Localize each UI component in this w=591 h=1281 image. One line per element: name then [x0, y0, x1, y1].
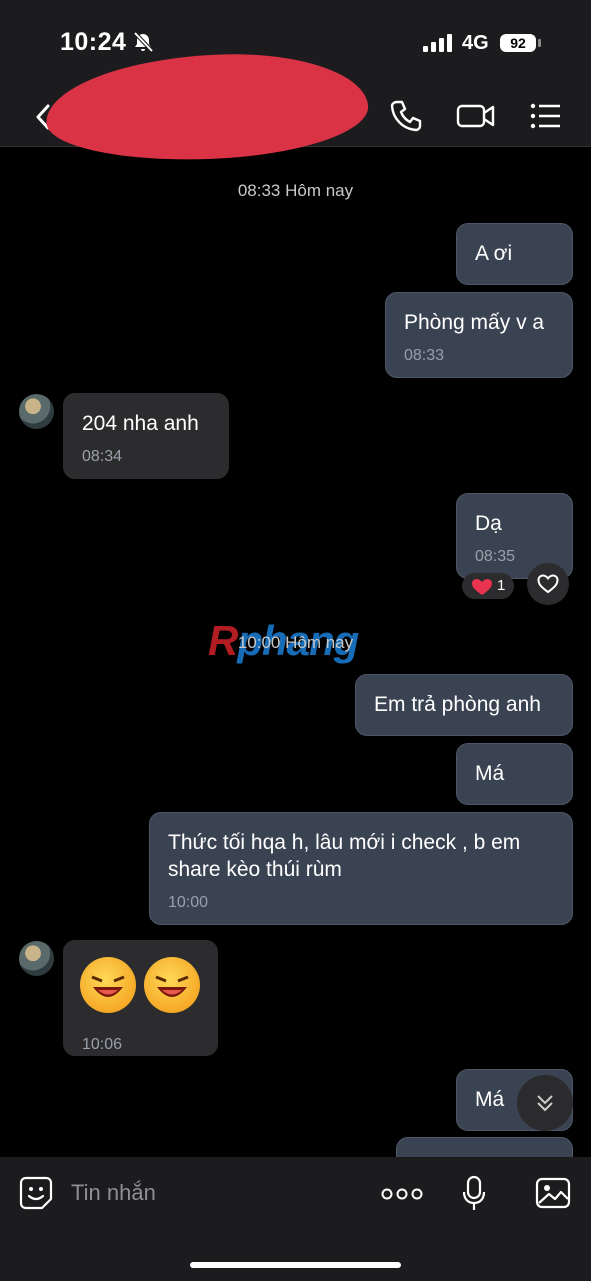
- video-call-icon[interactable]: [456, 98, 496, 134]
- message-bubble-outgoing[interactable]: Má: [456, 743, 573, 805]
- heart-reaction-icon: [472, 579, 492, 595]
- react-button[interactable]: [527, 563, 569, 605]
- heart-outline-icon: [537, 574, 559, 594]
- reaction-badge[interactable]: 1: [462, 573, 514, 599]
- clock: 10:24: [60, 28, 127, 56]
- message-bubble-incoming[interactable]: 204 nha anh 08:34: [63, 393, 229, 479]
- message-text: Phòng mấy v a: [404, 311, 545, 334]
- message-list[interactable]: 08:33 Hôm nay A ơi Phòng mấy v a 08:33 2…: [0, 147, 591, 1157]
- emoji-row: [80, 957, 200, 1019]
- message-bubble-outgoing[interactable]: Thức tối hqa h, lâu mới i check , b em s…: [149, 812, 573, 925]
- message-bubble-incoming[interactable]: 10:06: [63, 940, 218, 1056]
- message-time: 08:34: [82, 448, 123, 465]
- message-bubble-outgoing[interactable]: A ơi: [456, 223, 573, 285]
- date-separator: 08:33 Hôm nay: [237, 181, 354, 200]
- battery-tip: [538, 39, 541, 47]
- message-text: Má: [475, 762, 505, 785]
- laughing-emoji-icon: [80, 957, 136, 1013]
- message-input[interactable]: Tin nhắn: [71, 1180, 156, 1206]
- microphone-icon[interactable]: [462, 1175, 486, 1213]
- message-bubble-outgoing[interactable]: Phòng mấy v a 08:33: [385, 292, 573, 378]
- laughing-emoji-icon: [144, 957, 200, 1013]
- bell-muted-icon: [133, 31, 154, 53]
- message-time: 10:00: [168, 894, 209, 911]
- image-gallery-icon[interactable]: [535, 1176, 571, 1210]
- double-chevron-down-icon: [537, 1095, 553, 1112]
- home-indicator: [190, 1262, 401, 1268]
- message-bubble-outgoing-partial[interactable]: [396, 1137, 573, 1157]
- message-bubble-outgoing[interactable]: Em trả phòng anh: [355, 674, 573, 736]
- avatar[interactable]: [19, 394, 54, 429]
- menu-list-icon[interactable]: [527, 98, 563, 134]
- message-text: Má: [475, 1088, 505, 1111]
- message-time: 08:33: [404, 347, 445, 364]
- avatar[interactable]: [19, 941, 54, 976]
- network-type: 4G: [462, 32, 489, 54]
- battery-icon: 92: [500, 34, 536, 52]
- message-text: Em trả phòng anh: [374, 693, 541, 716]
- message-text: Thức tối hqa h, lâu mới i check , b em s…: [168, 831, 521, 881]
- phone-icon[interactable]: [388, 98, 424, 134]
- message-text: A ơi: [475, 242, 513, 265]
- message-time: 10:06: [82, 1036, 123, 1053]
- reaction-count: 1: [497, 577, 506, 594]
- message-text: Dạ: [475, 512, 502, 535]
- date-separator: 10:00 Hôm nay: [237, 633, 354, 652]
- message-text: 204 nha anh: [82, 412, 199, 435]
- more-options-icon[interactable]: [381, 1187, 423, 1201]
- scroll-to-bottom-button[interactable]: [517, 1075, 573, 1131]
- signal-icon: [423, 34, 452, 52]
- sticker-emoji-icon[interactable]: [18, 1175, 54, 1211]
